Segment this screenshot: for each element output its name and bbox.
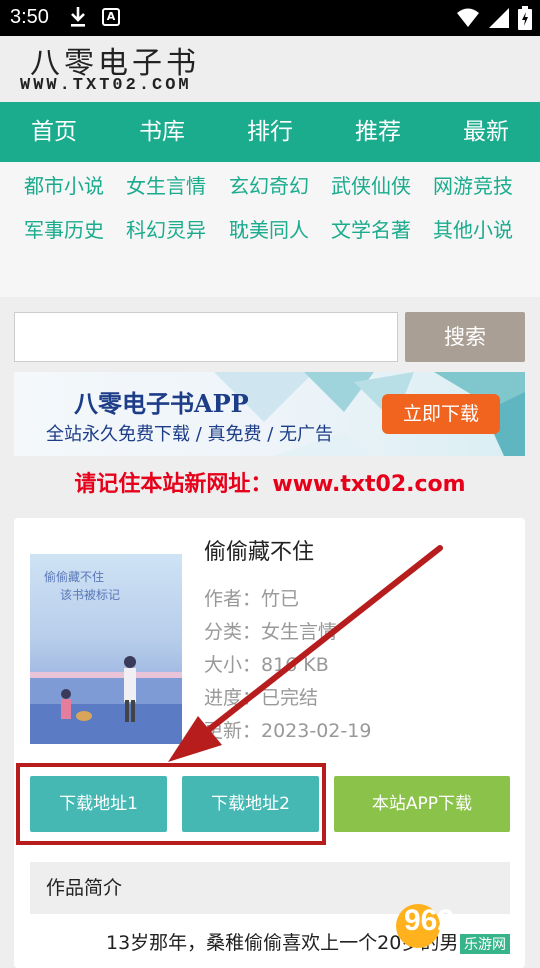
pointer-arrow-icon <box>168 545 443 762</box>
watermark-label: 乐游网 <box>460 934 510 954</box>
watermark-logo: 962 .NET 乐游网 <box>396 902 536 958</box>
watermark-suffix: .NET <box>462 912 501 931</box>
watermark-number: 962 <box>404 904 455 937</box>
